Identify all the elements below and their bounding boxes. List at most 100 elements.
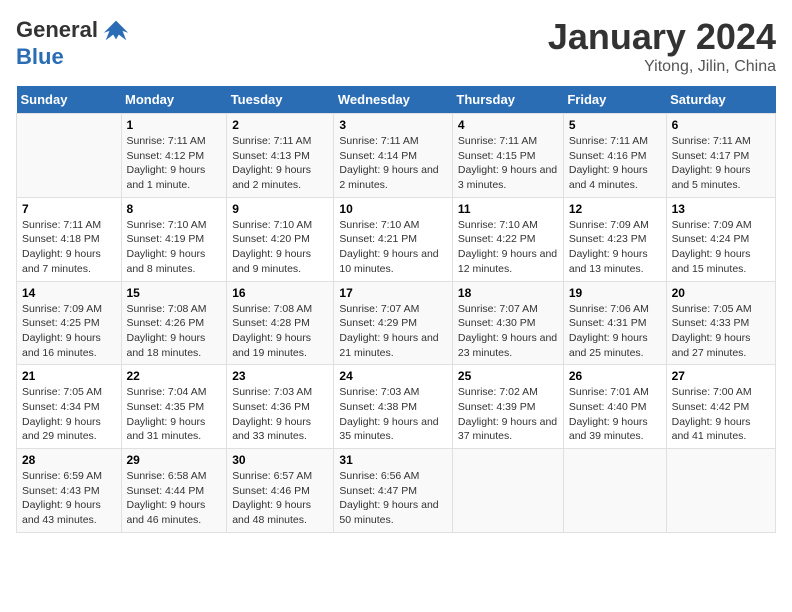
logo-general-text: General xyxy=(16,17,98,43)
day-info: Sunrise: 7:10 AMSunset: 4:19 PMDaylight:… xyxy=(127,218,222,277)
day-number: 16 xyxy=(232,286,328,300)
day-number: 25 xyxy=(458,369,558,383)
weekday-header-thursday: Thursday xyxy=(452,86,563,114)
day-info: Sunrise: 6:59 AMSunset: 4:43 PMDaylight:… xyxy=(22,469,116,528)
day-info: Sunrise: 7:10 AMSunset: 4:20 PMDaylight:… xyxy=(232,218,328,277)
calendar-cell: 1 Sunrise: 7:11 AMSunset: 4:12 PMDaylight… xyxy=(121,114,227,198)
calendar-week-row: 28 Sunrise: 6:59 AMSunset: 4:43 PMDayligh… xyxy=(17,449,776,533)
day-number: 24 xyxy=(339,369,447,383)
day-number: 23 xyxy=(232,369,328,383)
day-info: Sunrise: 7:03 AMSunset: 4:36 PMDaylight:… xyxy=(232,385,328,444)
day-number: 17 xyxy=(339,286,447,300)
calendar-cell: 16 Sunrise: 7:08 AMSunset: 4:28 PMDayligh… xyxy=(227,281,334,365)
day-number: 31 xyxy=(339,453,447,467)
day-number: 19 xyxy=(569,286,661,300)
weekday-header-monday: Monday xyxy=(121,86,227,114)
day-number: 7 xyxy=(22,202,116,216)
day-number: 1 xyxy=(127,118,222,132)
weekday-header-tuesday: Tuesday xyxy=(227,86,334,114)
day-number: 9 xyxy=(232,202,328,216)
day-info: Sunrise: 7:06 AMSunset: 4:31 PMDaylight:… xyxy=(569,302,661,361)
day-number: 22 xyxy=(127,369,222,383)
calendar-cell xyxy=(452,449,563,533)
day-number: 2 xyxy=(232,118,328,132)
calendar-cell: 24 Sunrise: 7:03 AMSunset: 4:38 PMDayligh… xyxy=(334,365,453,449)
day-info: Sunrise: 7:11 AMSunset: 4:14 PMDaylight:… xyxy=(339,134,447,193)
day-number: 5 xyxy=(569,118,661,132)
calendar-cell: 31 Sunrise: 6:56 AMSunset: 4:47 PMDayligh… xyxy=(334,449,453,533)
calendar-cell: 27Sunrise: 7:00 AMSunset: 4:42 PMDayligh… xyxy=(666,365,775,449)
day-info: Sunrise: 7:07 AMSunset: 4:30 PMDaylight:… xyxy=(458,302,558,361)
calendar-cell: 12 Sunrise: 7:09 AMSunset: 4:23 PMDayligh… xyxy=(563,197,666,281)
main-title: January 2024 xyxy=(548,16,776,58)
calendar-cell: 13Sunrise: 7:09 AMSunset: 4:24 PMDayligh… xyxy=(666,197,775,281)
day-info: Sunrise: 7:11 AMSunset: 4:13 PMDaylight:… xyxy=(232,134,328,193)
day-info: Sunrise: 7:11 AMSunset: 4:12 PMDaylight:… xyxy=(127,134,222,193)
calendar-cell: 22 Sunrise: 7:04 AMSunset: 4:35 PMDayligh… xyxy=(121,365,227,449)
day-number: 4 xyxy=(458,118,558,132)
calendar-cell: 14 Sunrise: 7:09 AMSunset: 4:25 PMDayligh… xyxy=(17,281,122,365)
day-info: Sunrise: 7:10 AMSunset: 4:22 PMDaylight:… xyxy=(458,218,558,277)
day-info: Sunrise: 7:03 AMSunset: 4:38 PMDaylight:… xyxy=(339,385,447,444)
day-info: Sunrise: 7:08 AMSunset: 4:28 PMDaylight:… xyxy=(232,302,328,361)
calendar-week-row: 14 Sunrise: 7:09 AMSunset: 4:25 PMDayligh… xyxy=(17,281,776,365)
calendar-cell: 3Sunrise: 7:11 AMSunset: 4:14 PMDaylight… xyxy=(334,114,453,198)
day-number: 26 xyxy=(569,369,661,383)
day-number: 8 xyxy=(127,202,222,216)
calendar-cell xyxy=(563,449,666,533)
title-area: January 2024 Yitong, Jilin, China xyxy=(548,16,776,76)
calendar-cell: 9 Sunrise: 7:10 AMSunset: 4:20 PMDaylight… xyxy=(227,197,334,281)
day-info: Sunrise: 6:57 AMSunset: 4:46 PMDaylight:… xyxy=(232,469,328,528)
day-info: Sunrise: 7:10 AMSunset: 4:21 PMDaylight:… xyxy=(339,218,447,277)
day-info: Sunrise: 7:09 AMSunset: 4:25 PMDaylight:… xyxy=(22,302,116,361)
calendar-week-row: 7 Sunrise: 7:11 AMSunset: 4:18 PMDaylight… xyxy=(17,197,776,281)
calendar-cell: 5 Sunrise: 7:11 AMSunset: 4:16 PMDaylight… xyxy=(563,114,666,198)
logo-blue-text: Blue xyxy=(16,44,64,70)
day-info: Sunrise: 7:02 AMSunset: 4:39 PMDaylight:… xyxy=(458,385,558,444)
day-info: Sunrise: 7:11 AMSunset: 4:18 PMDaylight:… xyxy=(22,218,116,277)
day-info: Sunrise: 6:56 AMSunset: 4:47 PMDaylight:… xyxy=(339,469,447,528)
day-number: 27 xyxy=(672,369,770,383)
calendar-cell: 6 Sunrise: 7:11 AMSunset: 4:17 PMDaylight… xyxy=(666,114,775,198)
weekday-header-sunday: Sunday xyxy=(17,86,122,114)
calendar-table: SundayMondayTuesdayWednesdayThursdayFrid… xyxy=(16,86,776,533)
day-info: Sunrise: 7:01 AMSunset: 4:40 PMDaylight:… xyxy=(569,385,661,444)
day-info: Sunrise: 7:08 AMSunset: 4:26 PMDaylight:… xyxy=(127,302,222,361)
day-info: Sunrise: 7:09 AMSunset: 4:24 PMDaylight:… xyxy=(672,218,770,277)
day-info: Sunrise: 7:11 AMSunset: 4:15 PMDaylight:… xyxy=(458,134,558,193)
calendar-cell: 2 Sunrise: 7:11 AMSunset: 4:13 PMDaylight… xyxy=(227,114,334,198)
calendar-cell: 19 Sunrise: 7:06 AMSunset: 4:31 PMDayligh… xyxy=(563,281,666,365)
day-info: Sunrise: 7:11 AMSunset: 4:17 PMDaylight:… xyxy=(672,134,770,193)
calendar-cell: 8 Sunrise: 7:10 AMSunset: 4:19 PMDaylight… xyxy=(121,197,227,281)
calendar-cell: 26 Sunrise: 7:01 AMSunset: 4:40 PMDayligh… xyxy=(563,365,666,449)
page-header: General Blue January 2024 Yitong, Jilin,… xyxy=(16,16,776,76)
calendar-cell: 23 Sunrise: 7:03 AMSunset: 4:36 PMDayligh… xyxy=(227,365,334,449)
calendar-cell: 20 Sunrise: 7:05 AMSunset: 4:33 PMDayligh… xyxy=(666,281,775,365)
day-info: Sunrise: 7:09 AMSunset: 4:23 PMDaylight:… xyxy=(569,218,661,277)
weekday-header-friday: Friday xyxy=(563,86,666,114)
calendar-cell xyxy=(666,449,775,533)
day-info: Sunrise: 7:07 AMSunset: 4:29 PMDaylight:… xyxy=(339,302,447,361)
calendar-cell: 29Sunrise: 6:58 AMSunset: 4:44 PMDayligh… xyxy=(121,449,227,533)
day-info: Sunrise: 7:04 AMSunset: 4:35 PMDaylight:… xyxy=(127,385,222,444)
calendar-cell: 28 Sunrise: 6:59 AMSunset: 4:43 PMDayligh… xyxy=(17,449,122,533)
day-number: 6 xyxy=(672,118,770,132)
calendar-cell xyxy=(17,114,122,198)
logo-bird-icon xyxy=(102,16,130,44)
day-number: 28 xyxy=(22,453,116,467)
logo: General Blue xyxy=(16,16,130,70)
day-number: 11 xyxy=(458,202,558,216)
calendar-cell: 7 Sunrise: 7:11 AMSunset: 4:18 PMDaylight… xyxy=(17,197,122,281)
day-info: Sunrise: 7:05 AMSunset: 4:33 PMDaylight:… xyxy=(672,302,770,361)
day-number: 20 xyxy=(672,286,770,300)
day-info: Sunrise: 7:11 AMSunset: 4:16 PMDaylight:… xyxy=(569,134,661,193)
day-number: 21 xyxy=(22,369,116,383)
day-number: 10 xyxy=(339,202,447,216)
day-number: 14 xyxy=(22,286,116,300)
calendar-week-row: 21 Sunrise: 7:05 AMSunset: 4:34 PMDayligh… xyxy=(17,365,776,449)
calendar-cell: 4 Sunrise: 7:11 AMSunset: 4:15 PMDaylight… xyxy=(452,114,563,198)
day-number: 12 xyxy=(569,202,661,216)
calendar-week-row: 1 Sunrise: 7:11 AMSunset: 4:12 PMDaylight… xyxy=(17,114,776,198)
day-info: Sunrise: 7:05 AMSunset: 4:34 PMDaylight:… xyxy=(22,385,116,444)
weekday-header-row: SundayMondayTuesdayWednesdayThursdayFrid… xyxy=(17,86,776,114)
